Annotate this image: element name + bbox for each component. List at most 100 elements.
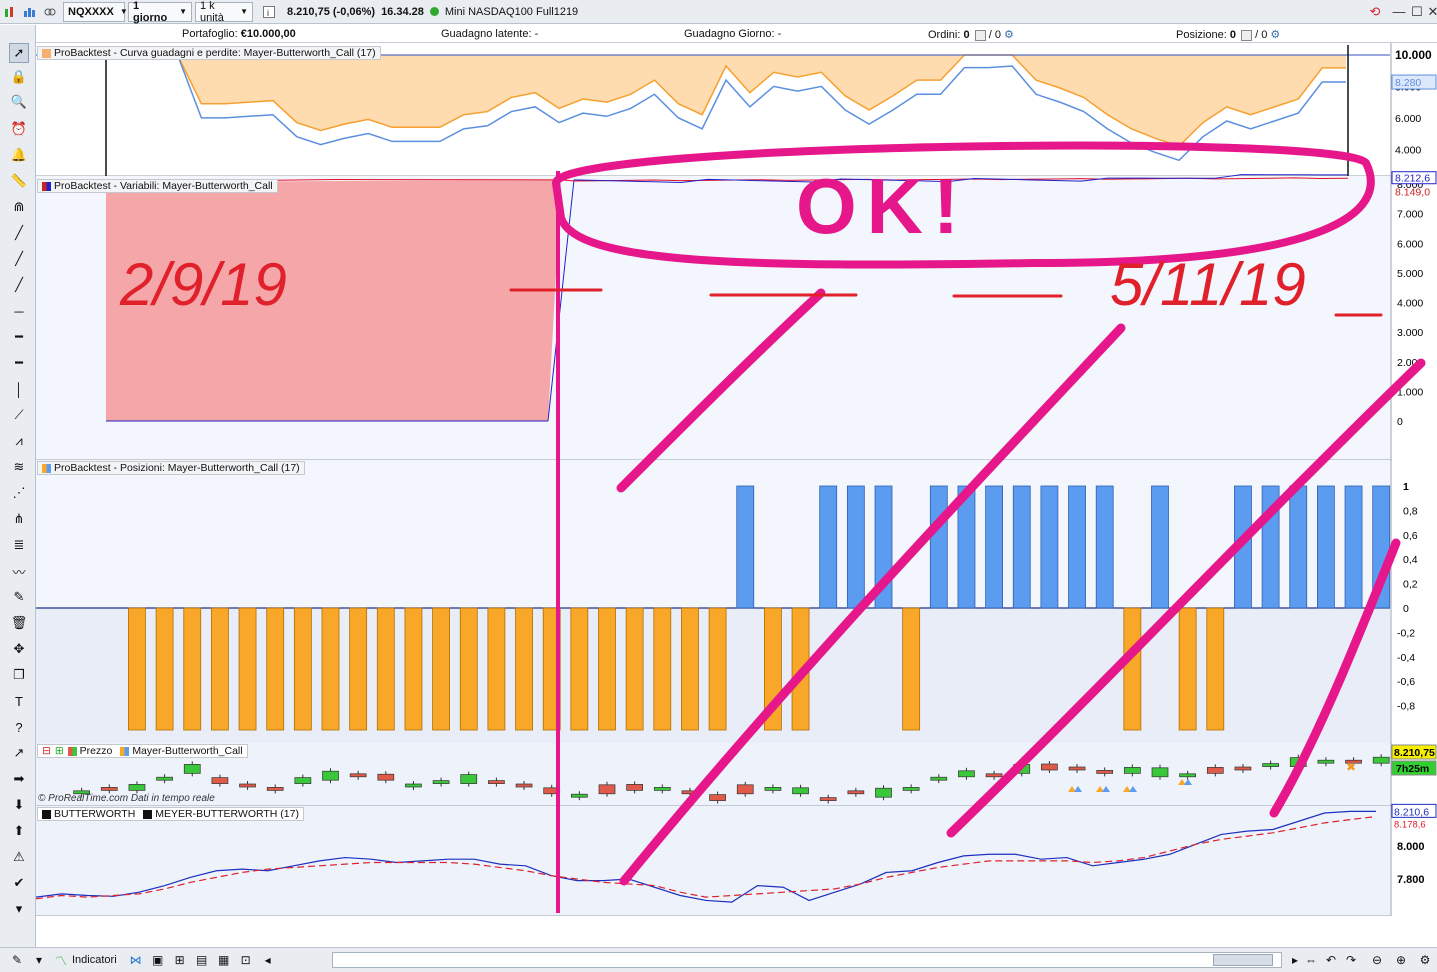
arrow-up-green-icon[interactable]: ⬆ — [9, 821, 29, 841]
layout-icon[interactable]: ⊞ — [171, 951, 189, 969]
indicators-button[interactable]: Indicatori — [72, 954, 117, 966]
short-position-bar — [681, 607, 699, 731]
move-icon[interactable]: ✥ — [9, 639, 29, 659]
save-icon[interactable]: ▣ — [149, 951, 167, 969]
equity-panel-title[interactable]: ProBacktest - Curva guadagni e perdite: … — [37, 46, 381, 60]
ruler-icon[interactable]: 📏 — [9, 171, 29, 191]
positions-axis-tick: 0,4 — [1403, 554, 1418, 566]
meyer-legend-swatch — [143, 809, 153, 819]
redo-icon[interactable]: ↷ — [1342, 951, 1360, 969]
timeframe-dropdown[interactable]: 1 giorno ▼ — [128, 0, 192, 24]
magnet-icon[interactable]: ⋒ — [9, 197, 29, 217]
palette-icon[interactable]: ▤ — [193, 951, 211, 969]
red-horizontal-icon[interactable]: ━ — [9, 353, 29, 373]
text-icon[interactable]: T — [9, 691, 29, 711]
close-panel-icon[interactable]: ⊟ — [42, 745, 51, 757]
positions-axis-tick: -0,6 — [1397, 676, 1415, 688]
positions-axis-tick: 1 — [1403, 481, 1409, 493]
wave-icon[interactable]: 〰 — [9, 561, 29, 581]
variables-axis-tick: 3.000 — [1397, 327, 1423, 339]
candle-down — [1041, 763, 1058, 771]
regression-icon[interactable]: ≣ — [9, 535, 29, 555]
overlay-icon[interactable] — [22, 4, 38, 20]
long-position-bar — [929, 485, 948, 609]
short-position-bar — [183, 607, 202, 731]
vertical-line-icon[interactable]: │ — [9, 379, 29, 399]
trash-icon[interactable]: 🗑 — [9, 613, 29, 633]
screener-icon[interactable]: ▦ — [215, 951, 233, 969]
alarm-icon[interactable]: ⏰ — [9, 119, 29, 139]
sync-icon[interactable]: ⟲ — [1366, 3, 1384, 21]
green-line-icon[interactable]: ╱ — [9, 249, 29, 269]
pencil-icon[interactable]: ✎ — [8, 951, 26, 969]
units-value: 1 k unità — [200, 0, 224, 24]
portfolio-label: Portafoglio: — [182, 28, 238, 40]
expand-tools-icon[interactable]: ▾ — [9, 899, 29, 919]
settings-icon[interactable]: ⚙ — [1416, 951, 1434, 969]
zoom-in-icon[interactable]: ⊕ — [1392, 951, 1410, 969]
add-panel-icon[interactable]: ⊞ — [55, 745, 64, 757]
positions-count: 0 — [1229, 29, 1236, 41]
check-icon[interactable]: ✔ — [9, 873, 29, 893]
chevron-down-icon: ▼ — [179, 7, 187, 16]
info-icon[interactable]: i — [261, 4, 277, 20]
copy-icon[interactable]: ❐ — [9, 665, 29, 685]
chart-type-icon[interactable] — [2, 4, 18, 20]
fan-icon[interactable]: ⋰ — [9, 483, 29, 503]
short-position-bar — [902, 607, 921, 731]
exit-signal-icon: ✖ — [1346, 760, 1356, 774]
positions: Posizione: 0 / 0 ⚙ — [1176, 28, 1280, 41]
share-icon[interactable]: ⋈ — [127, 951, 145, 969]
zoom-reset-icon[interactable]: ⊡ — [237, 951, 255, 969]
orders-settings-icon[interactable]: ⚙ — [1004, 29, 1014, 41]
line-icon[interactable]: ╱ — [9, 223, 29, 243]
red-line-icon[interactable]: ╱ — [9, 275, 29, 295]
cursor-icon[interactable]: ➚ — [9, 43, 29, 63]
segment-icon[interactable]: ⟋ — [9, 405, 29, 425]
indicator-panel-title[interactable]: BUTTERWORTH MEYER-BUTTERWORTH (17) — [37, 807, 304, 821]
close-icon[interactable]: ✕ — [1424, 3, 1437, 21]
horizontal-scrollbar[interactable] — [332, 952, 1282, 968]
minimize-icon[interactable]: — — [1390, 3, 1408, 21]
channel-icon[interactable]: ⩘ — [9, 431, 29, 451]
crosshair-lock-icon[interactable]: 🔒 — [9, 67, 29, 87]
units-dropdown[interactable]: 1 k unità ▼ — [195, 0, 253, 24]
portfolio-value: €10.000,00 — [240, 28, 296, 40]
pan-icon[interactable]: ⇔ — [1302, 951, 1320, 969]
indicators-icon[interactable]: 〽 — [52, 951, 70, 969]
fibonacci-icon[interactable]: ≋ — [9, 457, 29, 477]
link-icon[interactable] — [42, 4, 58, 20]
positions-settings-icon[interactable]: ⚙ — [1270, 29, 1280, 41]
positions-panel-title[interactable]: ProBacktest - Posizioni: Mayer-Butterwor… — [37, 461, 305, 475]
price-panel-title[interactable]: ⊟ ⊞ Prezzo Mayer-Butterworth_Call — [37, 744, 248, 758]
horizontal-line-icon[interactable]: ─ — [9, 301, 29, 321]
warning-icon[interactable]: ⚠ — [9, 847, 29, 867]
variables-panel-title[interactable]: ProBacktest - Variabili: Mayer-Butterwor… — [37, 179, 278, 193]
positions-list-icon[interactable] — [1241, 29, 1253, 41]
scroll-thumb[interactable] — [1213, 954, 1273, 966]
dropdown-icon[interactable]: ▾ — [30, 951, 48, 969]
short-position-bar — [708, 607, 727, 731]
candle-up — [156, 776, 173, 781]
latent-gain-label: Guadagno latente: — [441, 28, 532, 40]
question-icon[interactable]: ? — [9, 717, 29, 737]
orders-list-icon[interactable] — [974, 29, 986, 41]
pitchfork-icon[interactable]: ⋔ — [9, 509, 29, 529]
arrow-down-red-icon[interactable]: ⬇ — [9, 795, 29, 815]
zoom-out-icon[interactable]: ⊖ — [1368, 951, 1386, 969]
short-position-bar — [293, 607, 312, 731]
candle-up — [570, 793, 588, 798]
green-horizontal-icon[interactable]: ━ — [9, 327, 29, 347]
chart-area[interactable]: 10.0008.0006.0004.0008.2808.0007.0006.00… — [36, 43, 1437, 920]
alert-bell-icon[interactable]: 🔔 — [9, 145, 29, 165]
arrow-diagonal-icon[interactable]: ↗ — [9, 743, 29, 763]
scroll-left-icon[interactable]: ◂ — [259, 951, 277, 969]
arrow-right-icon[interactable]: ➡ — [9, 769, 29, 789]
brush-icon[interactable]: ✎ — [9, 587, 29, 607]
strategy-label: Mayer-Butterworth_Call — [132, 745, 243, 757]
long-position-bar — [819, 485, 838, 609]
undo-icon[interactable]: ↶ — [1322, 951, 1340, 969]
candle-down — [985, 773, 1003, 778]
zoom-icon[interactable]: 🔍 — [9, 92, 29, 112]
symbol-dropdown[interactable]: NQXXXX ▼ — [63, 1, 128, 22]
